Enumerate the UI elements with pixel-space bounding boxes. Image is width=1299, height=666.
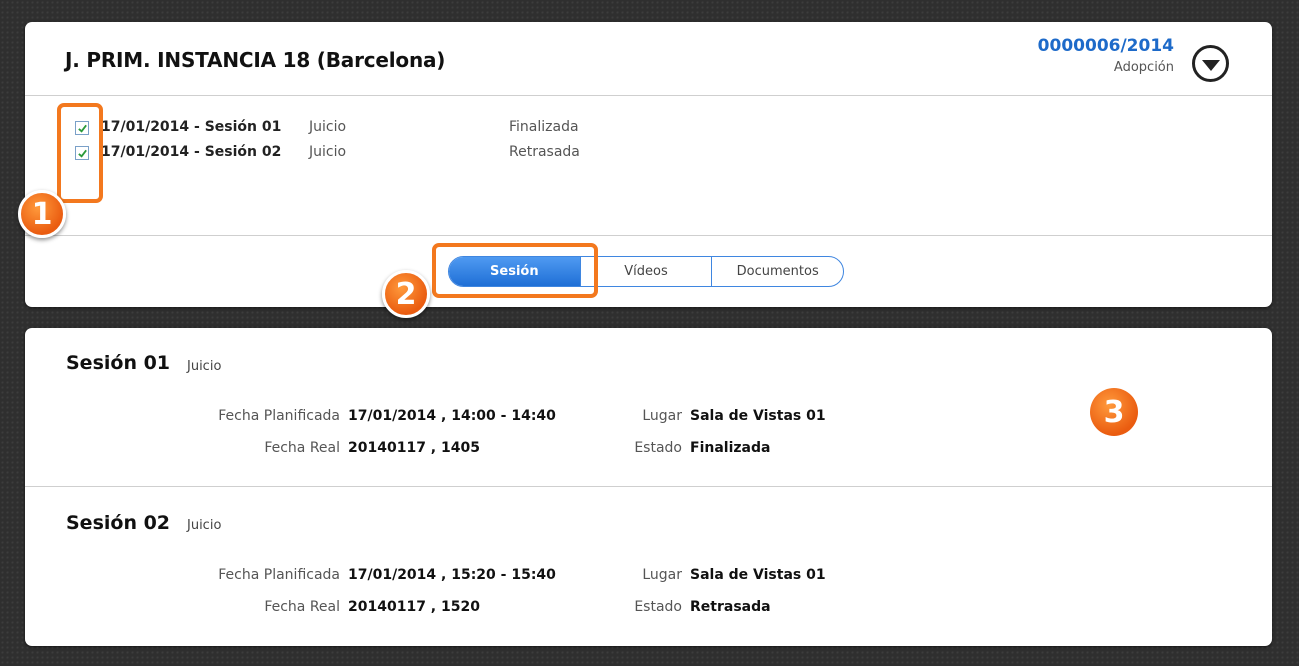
case-header-card: J. PRIM. INSTANCIA 18 (Barcelona) 000000… [25,22,1272,307]
divider [25,95,1272,96]
place-label: Lugar [642,408,682,424]
session-type: Juicio [309,119,347,135]
place-label: Lugar [642,567,682,583]
session-title: Sesión 02 [66,512,171,534]
case-number[interactable]: 0000006/2014 [1038,36,1174,56]
planned-date-value: 17/01/2014 , 14:00 - 14:40 [348,408,556,424]
case-type: Adopción [1113,60,1174,75]
session-details-card: Sesión 01 Juicio Fecha Planificada 17/01… [25,328,1272,646]
place-value: Sala de Vistas 01 [690,567,826,583]
court-title: J. PRIM. INSTANCIA 18 (Barcelona) [65,48,446,72]
tab-documentos[interactable]: Documentos [712,257,843,286]
session-detail: Sesión 01 Juicio Fecha Planificada 17/01… [25,328,1272,486]
planned-date-label: Fecha Planificada [218,567,340,583]
planned-date-label: Fecha Planificada [218,408,340,424]
expand-button[interactable] [1192,45,1229,82]
real-date-value: 20140117 , 1405 [348,440,480,456]
real-date-label: Fecha Real [264,599,340,615]
real-date-value: 20140117 , 1520 [348,599,480,615]
divider [25,235,1272,236]
state-label: Estado [634,440,682,456]
state-value: Retrasada [690,599,771,615]
state-value: Finalizada [690,440,771,456]
annotation-badge-1: 1 [18,190,66,238]
session-kind: Juicio [187,518,222,533]
checkbox-highlight [57,103,103,203]
annotation-badge-3: 3 [1090,388,1138,436]
chevron-down-icon [1201,60,1220,71]
session-name: 17/01/2014 - Sesión 01 [101,119,282,135]
session-detail: Sesión 02 Juicio Fecha Planificada 17/01… [25,487,1272,646]
state-label: Estado [634,599,682,615]
session-state: Retrasada [509,144,580,160]
session-state: Finalizada [509,119,579,135]
tab-videos[interactable]: Vídeos [581,257,713,286]
session-title: Sesión 01 [66,352,171,374]
annotation-badge-2: 2 [382,270,430,318]
place-value: Sala de Vistas 01 [690,408,826,424]
session-kind: Juicio [187,359,222,374]
session-type: Juicio [309,144,347,160]
tab-highlight [432,243,598,298]
planned-date-value: 17/01/2014 , 15:20 - 15:40 [348,567,556,583]
real-date-label: Fecha Real [264,440,340,456]
session-name: 17/01/2014 - Sesión 02 [101,144,282,160]
